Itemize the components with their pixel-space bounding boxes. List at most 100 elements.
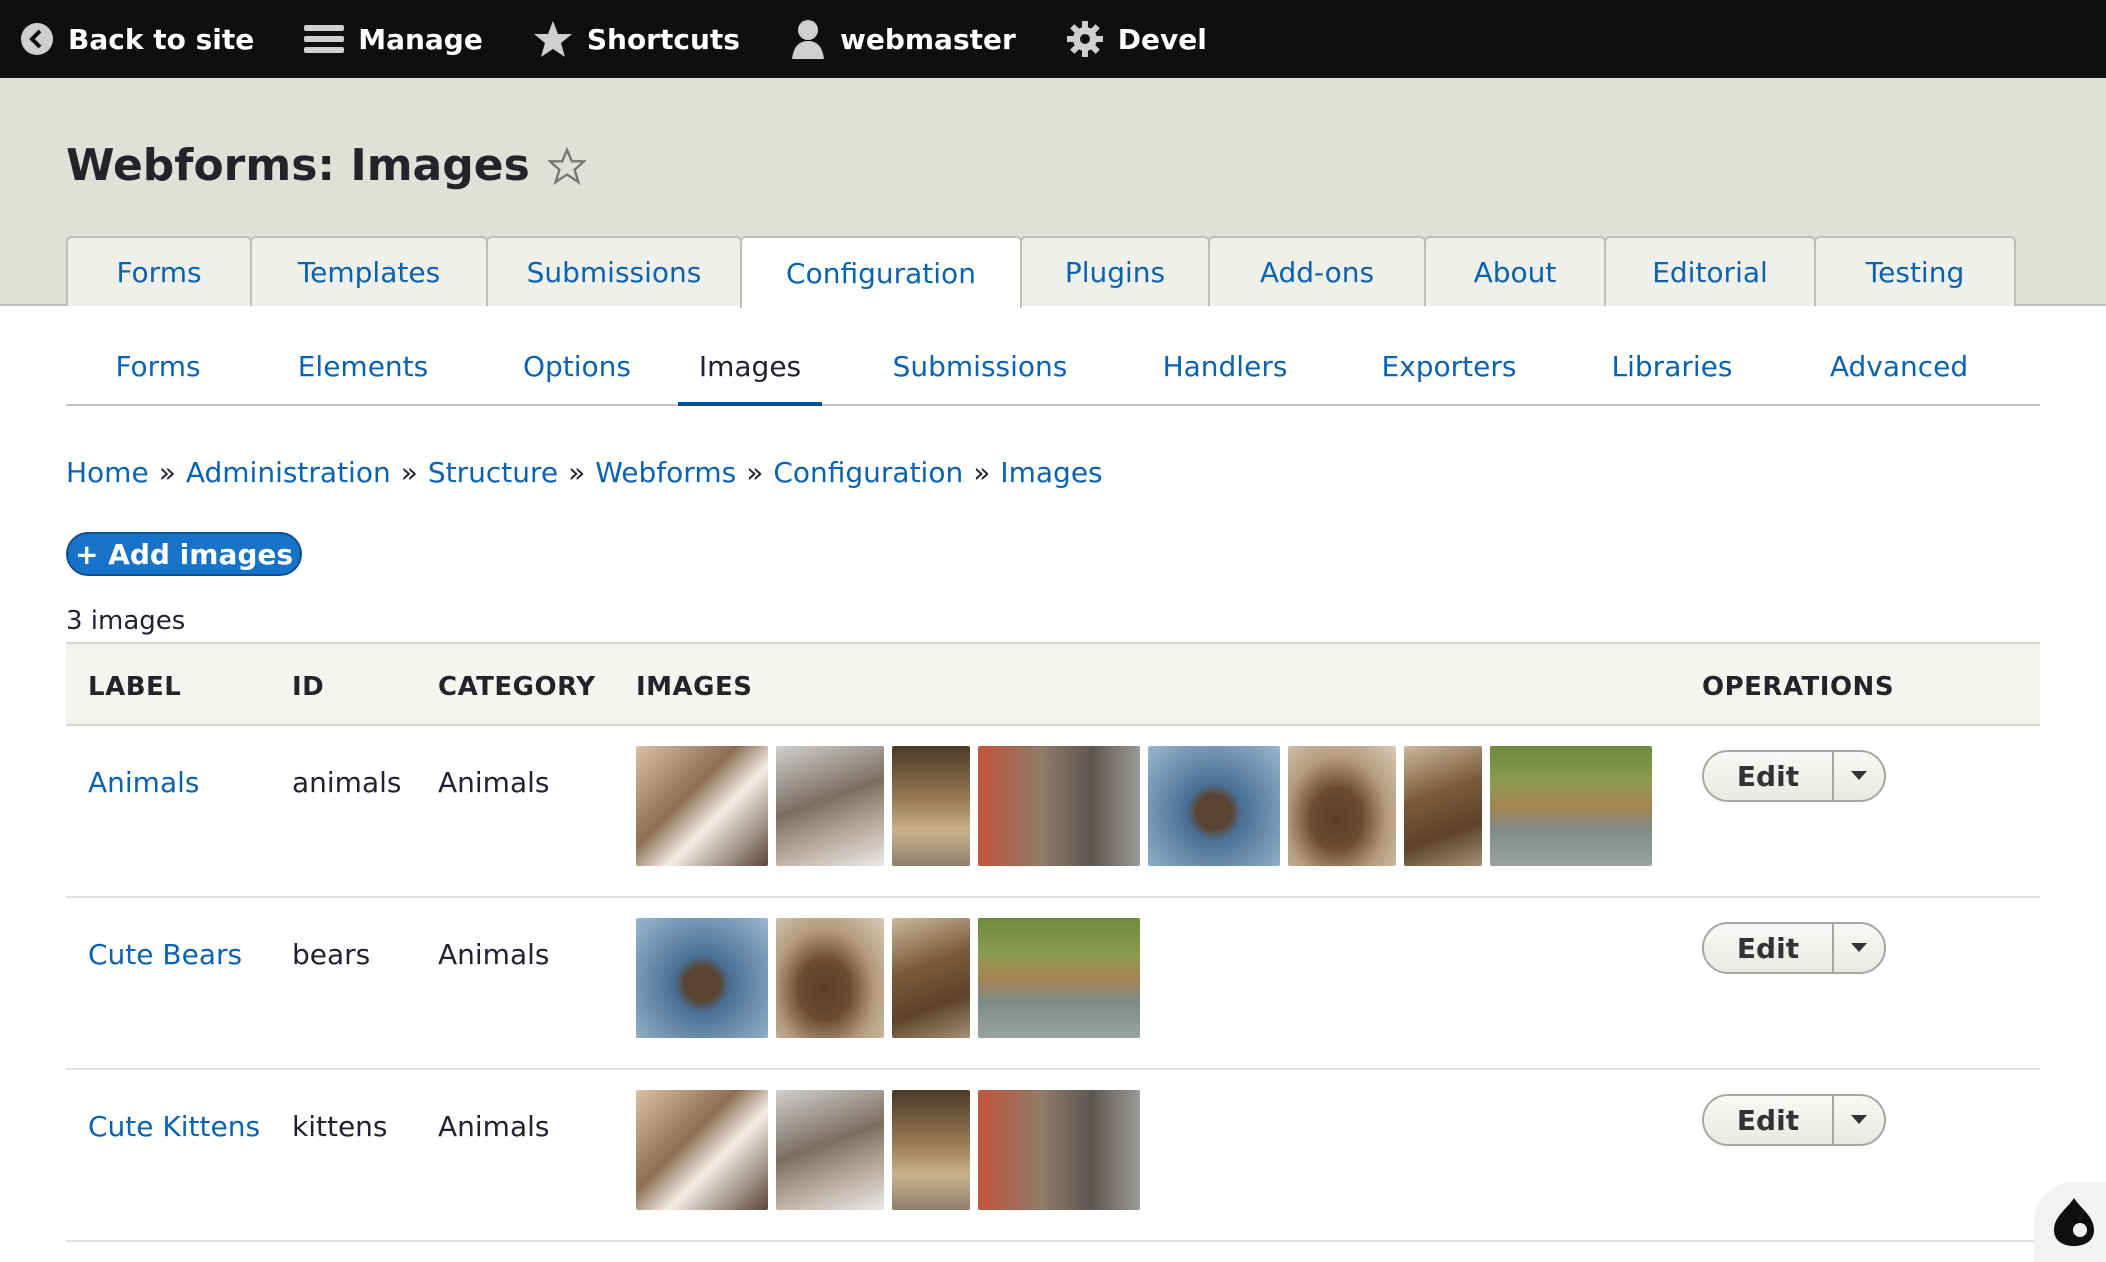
tab-testing[interactable]: Testing [1814, 236, 2016, 306]
toolbar-label: Back to site [68, 22, 255, 56]
tab-forms[interactable]: Forms [66, 236, 252, 306]
drupal-logo-icon[interactable] [2034, 1182, 2106, 1262]
kitten-thumbnail [776, 1090, 884, 1210]
star-icon [533, 21, 572, 57]
breadcrumb-structure[interactable]: Structure [428, 456, 558, 489]
star-outline-icon[interactable] [547, 146, 586, 185]
column-operations: OPERATIONS [1702, 672, 1895, 702]
breadcrumb-separator: » [568, 456, 586, 489]
bear-thumbnail [1148, 746, 1280, 866]
bear-thumbnail [1404, 746, 1482, 866]
subtab-elements[interactable]: Elements [250, 328, 476, 404]
tab-templates[interactable]: Templates [250, 236, 488, 306]
tab-plugins[interactable]: Plugins [1020, 236, 1210, 306]
kitten-thumbnail [892, 1090, 970, 1210]
edit-button[interactable]: Edit [1704, 924, 1834, 972]
column-id[interactable]: ID [292, 672, 324, 702]
kitten-thumbnail [978, 746, 1140, 866]
toolbar-back-to-site[interactable]: Back to site [20, 0, 254, 78]
tab-about[interactable]: About [1424, 236, 1606, 306]
toolbar-label: webmaster [839, 22, 1016, 56]
kitten-thumbnail [892, 746, 970, 866]
breadcrumb-webforms[interactable]: Webforms [595, 456, 736, 489]
operations-dropbutton: Edit [1702, 922, 1886, 974]
column-label[interactable]: LABEL [88, 672, 181, 702]
primary-tabs: Forms Templates Submissions Configuratio… [66, 236, 2016, 308]
breadcrumb-administration[interactable]: Administration [186, 456, 391, 489]
row-category: Animals [438, 938, 550, 971]
column-images: IMAGES [636, 672, 753, 702]
breadcrumb-configuration[interactable]: Configuration [773, 456, 963, 489]
kitten-thumbnail [978, 1090, 1140, 1210]
toolbar-manage[interactable]: Manage [304, 0, 483, 78]
page-title-text: Webforms: Images [66, 140, 530, 191]
kitten-thumbnail [636, 746, 768, 866]
user-icon [791, 20, 824, 59]
result-count: 3 images [66, 606, 186, 636]
admin-toolbar: Back to site Manage Shortcuts webmaster [0, 0, 2106, 78]
subtab-forms[interactable]: Forms [66, 328, 250, 404]
breadcrumb-separator: » [400, 456, 418, 489]
hamburger-menu-icon [304, 25, 345, 53]
bear-thumbnail [776, 918, 884, 1038]
tab-submissions[interactable]: Submissions [486, 236, 742, 306]
row-id: kittens [292, 1110, 388, 1143]
breadcrumb-images[interactable]: Images [1000, 456, 1102, 489]
subtab-handlers[interactable]: Handlers [1138, 328, 1312, 404]
toolbar-user[interactable]: webmaster [790, 0, 1016, 78]
dropdown-toggle[interactable] [1834, 1096, 1884, 1144]
images-table: LABEL ID CATEGORY IMAGES OPERATIONS Anim… [66, 642, 2040, 1242]
bear-thumbnail [1490, 746, 1652, 866]
toolbar-devel[interactable]: Devel [1066, 0, 1207, 78]
row-images [636, 746, 1660, 866]
bear-thumbnail [636, 918, 768, 1038]
edit-button[interactable]: Edit [1704, 752, 1834, 800]
subtab-images[interactable]: Images [678, 328, 822, 406]
tab-configuration[interactable]: Configuration [740, 236, 1022, 308]
row-category: Animals [438, 1110, 550, 1143]
secondary-tabs: Forms Elements Options Images Submission… [66, 328, 2040, 406]
column-category[interactable]: CATEGORY [438, 672, 596, 702]
operations-dropbutton: Edit [1702, 750, 1886, 802]
gear-icon [1066, 21, 1103, 57]
row-id: bears [292, 938, 371, 971]
row-category: Animals [438, 766, 550, 799]
row-label-link[interactable]: Cute Kittens [88, 1110, 260, 1143]
subtab-options[interactable]: Options [476, 328, 678, 404]
toolbar-shortcuts[interactable]: Shortcuts [533, 0, 740, 78]
table-row: Cute Kittens kittens Animals Edit [66, 1070, 2040, 1242]
add-images-button[interactable]: + Add images [66, 532, 302, 576]
subtab-advanced[interactable]: Advanced [1758, 328, 2040, 404]
caret-down-icon [1851, 1115, 1867, 1124]
toolbar-label: Shortcuts [586, 22, 740, 56]
kitten-thumbnail [636, 1090, 768, 1210]
subtab-exporters[interactable]: Exporters [1312, 328, 1586, 404]
row-id: animals [292, 766, 402, 799]
row-label-link[interactable]: Cute Bears [88, 938, 242, 971]
breadcrumb-separator: » [973, 456, 991, 489]
table-header: LABEL ID CATEGORY IMAGES OPERATIONS [66, 642, 2040, 726]
bear-thumbnail [1288, 746, 1396, 866]
drop-icon [2054, 1198, 2094, 1246]
subtab-libraries[interactable]: Libraries [1586, 328, 1758, 404]
tab-add-ons[interactable]: Add-ons [1208, 236, 1426, 306]
breadcrumb-separator: » [158, 456, 176, 489]
row-label-link[interactable]: Animals [88, 766, 199, 799]
tab-editorial[interactable]: Editorial [1604, 236, 1816, 306]
bear-thumbnail [978, 918, 1140, 1038]
breadcrumb: Home » Administration » Structure » Webf… [66, 456, 1103, 489]
dropdown-toggle[interactable] [1834, 924, 1884, 972]
caret-down-icon [1851, 771, 1867, 780]
dropdown-toggle[interactable] [1834, 752, 1884, 800]
edit-button[interactable]: Edit [1704, 1096, 1834, 1144]
operations-dropbutton: Edit [1702, 1094, 1886, 1146]
subtab-submissions[interactable]: Submissions [822, 328, 1138, 404]
breadcrumb-home[interactable]: Home [66, 456, 149, 489]
page-header: Webforms: Images Forms Templates Submiss… [0, 78, 2106, 308]
arrow-left-circle-icon [21, 23, 53, 55]
kitten-thumbnail [776, 746, 884, 866]
table-row: Cute Bears bears Animals Edit [66, 898, 2040, 1070]
page-title: Webforms: Images [66, 140, 586, 191]
toolbar-label: Devel [1117, 22, 1207, 56]
row-images [636, 918, 1148, 1038]
